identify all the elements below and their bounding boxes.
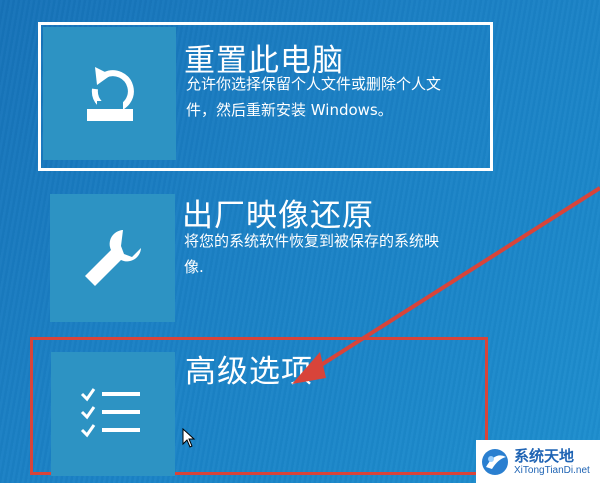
arrow-head-icon [292, 352, 326, 384]
watermark-en: XiTongTianDi.net [514, 464, 590, 476]
watermark-cn: 系统天地 [514, 446, 575, 465]
watermark-logo-icon [482, 448, 508, 475]
site-watermark: 系统天地 XiTongTianDi.net [476, 440, 600, 483]
annotation-arrow [292, 186, 600, 384]
mouse-cursor-icon [182, 428, 196, 448]
